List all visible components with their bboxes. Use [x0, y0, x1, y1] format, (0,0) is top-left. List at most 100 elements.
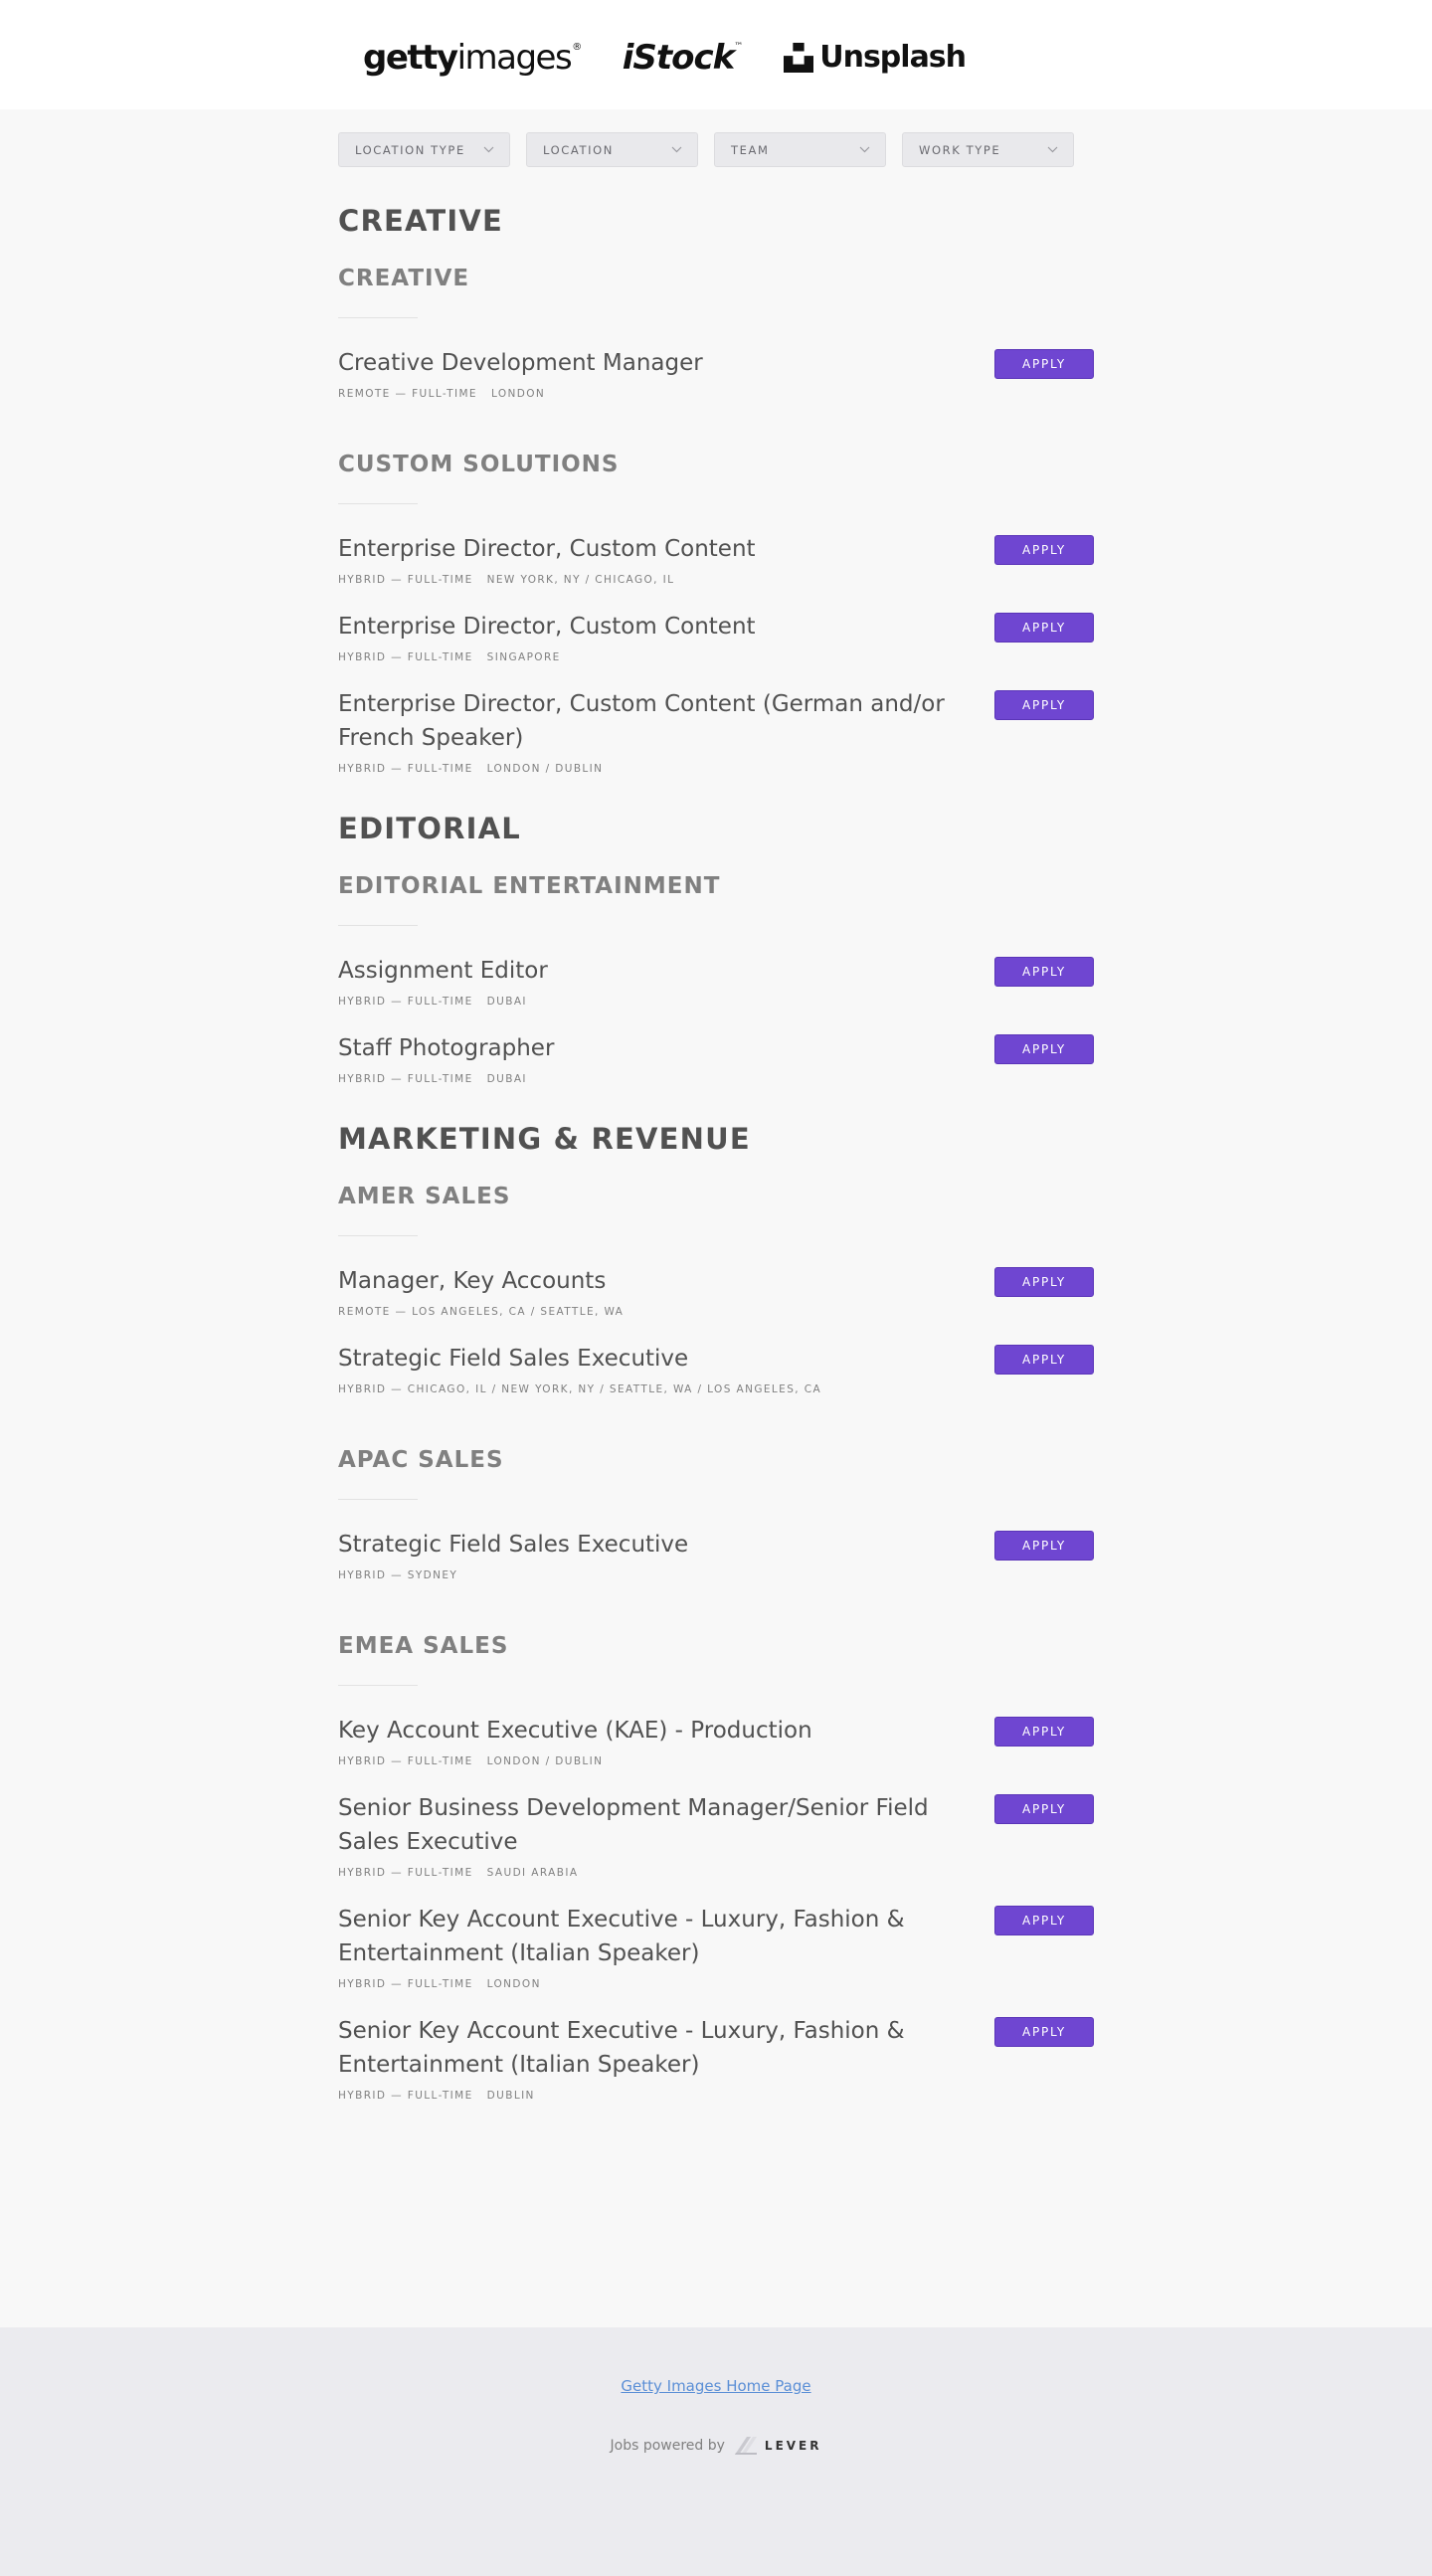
- apply-button[interactable]: Apply: [994, 1717, 1094, 1747]
- getty-home-link[interactable]: Getty Images Home Page: [621, 2377, 810, 2395]
- job-posting: Key Account Executive (KAE) - Production…: [338, 1714, 1094, 1767]
- job-posting: Senior Key Account Executive - Luxury, F…: [338, 1903, 1094, 1990]
- chevron-down-icon: [1047, 146, 1058, 153]
- job-title-link[interactable]: Enterprise Director, Custom Content (Ger…: [338, 687, 984, 755]
- chevron-down-icon: [483, 146, 494, 153]
- istock-logo[interactable]: iStock™: [623, 41, 744, 75]
- team-section: EMEA Sales Key Account Executive (KAE) - …: [338, 1635, 1094, 2102]
- job-commitment: Hybrid — Full-time: [338, 763, 473, 775]
- job-categories: Remote — Full-time London: [338, 388, 1094, 400]
- lever-logo[interactable]: LEVER: [733, 2435, 822, 2457]
- apply-button[interactable]: Apply: [994, 613, 1094, 643]
- powered-by: Jobs powered by LEVER: [0, 2435, 1432, 2457]
- job-title-link[interactable]: Enterprise Director, Custom Content: [338, 610, 984, 644]
- team-section: Creative Creative Development Manager Remo…: [338, 268, 1094, 400]
- departments-list: Creative Creative Creative Development Man…: [338, 207, 1094, 2102]
- apply-button[interactable]: Apply: [994, 349, 1094, 379]
- job-title-link[interactable]: Senior Business Development Manager/Seni…: [338, 1791, 984, 1859]
- job-posting: Strategic Field Sales Executive Hybrid — …: [338, 1528, 1094, 1581]
- job-title-link[interactable]: Senior Key Account Executive - Luxury, F…: [338, 1903, 984, 1970]
- job-posting: Senior Key Account Executive - Luxury, F…: [338, 2014, 1094, 2102]
- apply-button[interactable]: Apply: [994, 1034, 1094, 1064]
- job-location: Dubai: [486, 1073, 527, 1085]
- job-commitment: Hybrid — Chicago, IL / New York, NY / Se…: [338, 1383, 822, 1395]
- job-location: Dublin: [486, 2090, 535, 2102]
- job-categories: Hybrid — Chicago, IL / New York, NY / Se…: [338, 1383, 1094, 1395]
- job-title-link[interactable]: Manager, Key Accounts: [338, 1264, 984, 1298]
- job-title-link[interactable]: Strategic Field Sales Executive: [338, 1528, 984, 1562]
- job-title-link[interactable]: Senior Key Account Executive - Luxury, F…: [338, 2014, 984, 2082]
- apply-button[interactable]: Apply: [994, 690, 1094, 720]
- site-header: gettyimages® iStock™ Unsplash: [0, 0, 1432, 109]
- filter-label: Location type: [355, 142, 465, 157]
- job-location: New York, NY / Chicago, IL: [486, 574, 675, 586]
- apply-button[interactable]: Apply: [994, 1531, 1094, 1561]
- apply-button[interactable]: Apply: [994, 2017, 1094, 2047]
- job-commitment: Hybrid — Sydney: [338, 1569, 458, 1581]
- brand-logos: gettyimages® iStock™ Unsplash: [363, 30, 967, 86]
- job-title-link[interactable]: Enterprise Director, Custom Content: [338, 532, 984, 566]
- team-title: APAC Sales: [338, 1447, 504, 1473]
- job-categories: Remote — Los Angeles, CA / Seattle, WA: [338, 1306, 1094, 1318]
- apply-button[interactable]: Apply: [994, 1267, 1094, 1297]
- job-posting: Enterprise Director, Custom Content (Ger…: [338, 687, 1094, 775]
- job-location: London / Dublin: [486, 1755, 604, 1767]
- department-section: Marketing & Revenue AMER Sales Manager, Ke…: [338, 1125, 1094, 2102]
- filter-label: Location: [543, 142, 614, 157]
- apply-button[interactable]: Apply: [994, 535, 1094, 565]
- job-commitment: Remote — Full-time: [338, 388, 477, 400]
- job-commitment: Hybrid — Full-time: [338, 1755, 473, 1767]
- job-posting: Enterprise Director, Custom Content Hybri…: [338, 532, 1094, 586]
- apply-button[interactable]: Apply: [994, 1906, 1094, 1935]
- job-posting: Strategic Field Sales Executive Hybrid — …: [338, 1342, 1094, 1395]
- istock-logo-mark: ™: [734, 42, 743, 52]
- apply-button[interactable]: Apply: [994, 1794, 1094, 1824]
- job-categories: Hybrid — Full-time New York, NY / Chicago…: [338, 574, 1094, 586]
- powered-by-text: Jobs powered by: [610, 2438, 725, 2454]
- job-categories: Hybrid — Full-time London / Dublin: [338, 1755, 1094, 1767]
- team-title: AMER Sales: [338, 1184, 511, 1209]
- job-title-link[interactable]: Key Account Executive (KAE) - Production: [338, 1714, 984, 1748]
- lever-icon: [734, 2437, 757, 2455]
- team-divider: [338, 925, 418, 926]
- job-commitment: Hybrid — Full-time: [338, 574, 473, 586]
- team-divider: [338, 1685, 418, 1686]
- team-divider: [338, 503, 418, 504]
- job-categories: Hybrid — Full-time Dublin: [338, 2090, 1094, 2102]
- job-title-link[interactable]: Creative Development Manager: [338, 346, 984, 380]
- job-posting: Manager, Key Accounts Remote — Los Angele…: [338, 1264, 1094, 1318]
- department-section: Editorial Editorial Entertainment Assignme…: [338, 815, 1094, 1085]
- team-section: Custom Solutions Enterprise Director, Cus…: [338, 454, 1094, 775]
- department-title: Marketing & Revenue: [338, 1122, 751, 1156]
- unsplash-logo[interactable]: Unsplash: [784, 40, 967, 75]
- apply-button[interactable]: Apply: [994, 957, 1094, 987]
- job-title-link[interactable]: Strategic Field Sales Executive: [338, 1342, 984, 1376]
- getty-logo-light: images: [456, 38, 573, 78]
- team-section: Editorial Entertainment Assignment Editor…: [338, 875, 1094, 1085]
- team-divider: [338, 1499, 418, 1500]
- getty-images-logo[interactable]: gettyimages®: [363, 38, 582, 78]
- team-title: Creative: [338, 266, 470, 291]
- unsplash-logo-text: Unsplash: [819, 40, 967, 75]
- filter-dropdown-location[interactable]: Location: [526, 132, 698, 167]
- job-commitment: Hybrid — Full-time: [338, 1867, 473, 1879]
- filter-dropdown-team[interactable]: Team: [714, 132, 886, 167]
- job-commitment: Hybrid — Full-time: [338, 2090, 473, 2102]
- filter-label: Team: [731, 142, 770, 157]
- site-footer: Getty Images Home Page Jobs powered by L…: [0, 2327, 1432, 2576]
- job-commitment: Hybrid — Full-time: [338, 651, 473, 663]
- filter-dropdown-work-type[interactable]: Work type: [902, 132, 1074, 167]
- job-title-link[interactable]: Assignment Editor: [338, 954, 984, 988]
- job-categories: Hybrid — Full-time Dubai: [338, 996, 1094, 1008]
- filter-dropdown-location-type[interactable]: Location type: [338, 132, 510, 167]
- job-title-link[interactable]: Staff Photographer: [338, 1031, 984, 1065]
- job-posting: Assignment Editor Hybrid — Full-time Dubai…: [338, 954, 1094, 1008]
- chevron-down-icon: [859, 146, 870, 153]
- job-categories: Hybrid — Full-time London: [338, 1978, 1094, 1990]
- job-location: London: [490, 388, 546, 400]
- job-location: Singapore: [486, 651, 561, 663]
- getty-logo-mark: ®: [572, 42, 582, 53]
- job-posting: Creative Development Manager Remote — Ful…: [338, 346, 1094, 400]
- apply-button[interactable]: Apply: [994, 1345, 1094, 1375]
- job-commitment: Hybrid — Full-time: [338, 996, 473, 1008]
